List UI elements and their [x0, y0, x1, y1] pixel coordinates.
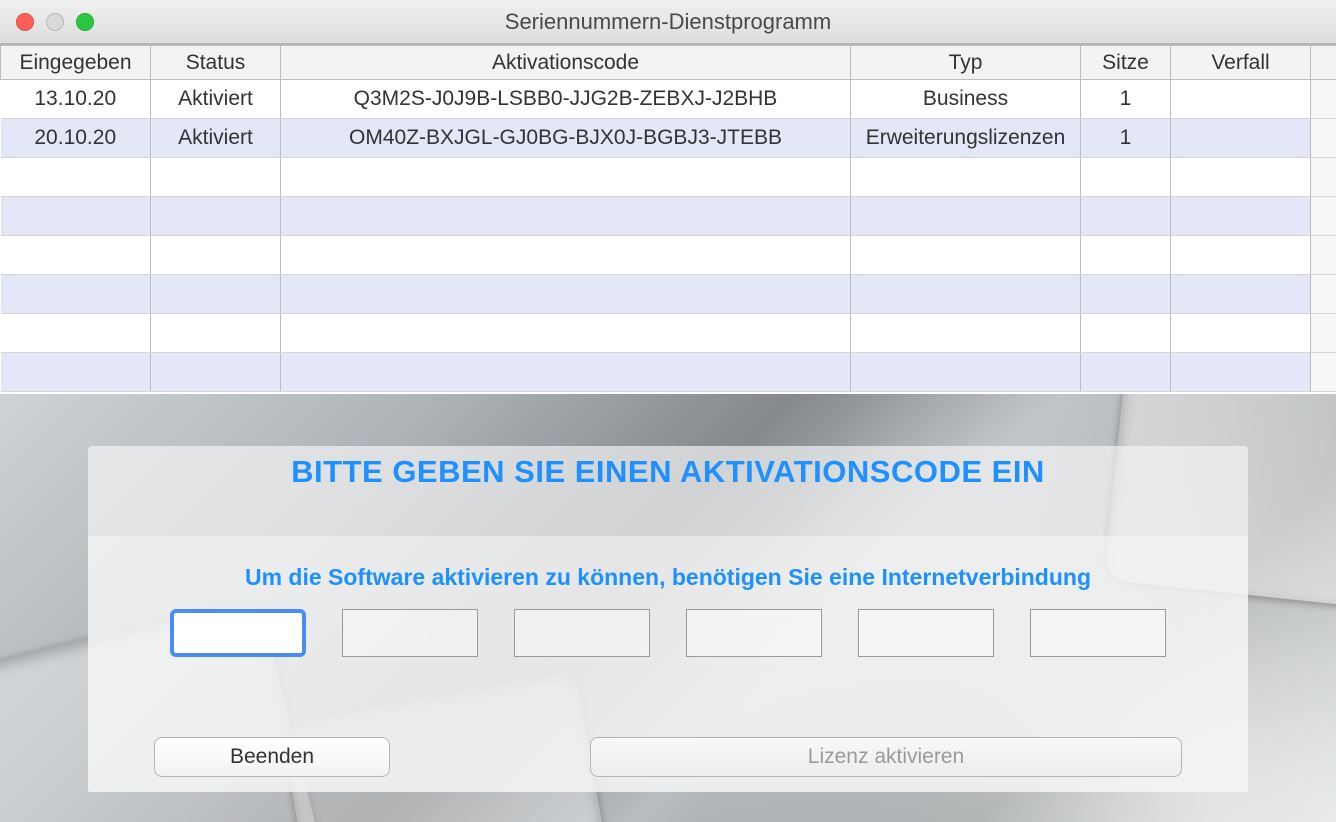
activation-segment-4[interactable] [686, 609, 822, 657]
cell-seats: 1 [1081, 119, 1171, 158]
close-window-button[interactable] [16, 13, 34, 31]
table-row-empty [1, 275, 1336, 314]
table-row-empty [1, 314, 1336, 353]
cell-type: Business [851, 80, 1081, 119]
table-row-empty [1, 197, 1336, 236]
table-row[interactable]: 20.10.20 Aktiviert OM40Z-BXJGL-GJ0BG-BJX… [1, 119, 1336, 158]
quit-button[interactable]: Beenden [154, 737, 390, 777]
window-title: Seriennummern-Dienstprogramm [0, 9, 1336, 35]
activate-license-button[interactable]: Lizenz aktivieren [590, 737, 1182, 777]
cell-code: OM40Z-BXJGL-GJ0BG-BJX0J-BGBJ3-JTEBB [281, 119, 851, 158]
activation-segment-2[interactable] [342, 609, 478, 657]
activation-code-inputs [88, 609, 1248, 657]
scroll-gutter [1311, 119, 1336, 158]
col-header-scrollgutter [1311, 46, 1336, 80]
zoom-window-button[interactable] [76, 13, 94, 31]
cell-entered: 13.10.20 [1, 80, 151, 119]
activation-segment-6[interactable] [1030, 609, 1166, 657]
activation-area: BITTE GEBEN SIE EINEN AKTIVATIONSCODE EI… [0, 394, 1336, 822]
activation-title: BITTE GEBEN SIE EINEN AKTIVATIONSCODE EI… [291, 454, 1045, 490]
titlebar: Seriennummern-Dienstprogramm [0, 0, 1336, 44]
scroll-gutter [1311, 80, 1336, 119]
cell-expiry [1171, 80, 1311, 119]
cell-code: Q3M2S-J0J9B-LSBB0-JJG2B-ZEBXJ-J2BHB [281, 80, 851, 119]
minimize-window-button[interactable] [46, 13, 64, 31]
col-header-entered[interactable]: Eingegeben [1, 46, 151, 80]
col-header-type[interactable]: Typ [851, 46, 1081, 80]
activation-subtitle: Um die Software aktivieren zu können, be… [88, 564, 1248, 591]
activation-panel: BITTE GEBEN SIE EINEN AKTIVATIONSCODE EI… [88, 446, 1248, 792]
col-header-seats[interactable]: Sitze [1081, 46, 1171, 80]
activation-segment-3[interactable] [514, 609, 650, 657]
traffic-lights [16, 13, 94, 31]
cell-entered: 20.10.20 [1, 119, 151, 158]
license-table: Eingegeben Status Aktivationscode Typ Si… [0, 44, 1336, 394]
cell-type: Erweiterungslizenzen [851, 119, 1081, 158]
table-header-row: Eingegeben Status Aktivationscode Typ Si… [1, 46, 1336, 80]
col-header-status[interactable]: Status [151, 46, 281, 80]
table-row[interactable]: 13.10.20 Aktiviert Q3M2S-J0J9B-LSBB0-JJG… [1, 80, 1336, 119]
activation-segment-5[interactable] [858, 609, 994, 657]
cell-seats: 1 [1081, 80, 1171, 119]
cell-expiry [1171, 119, 1311, 158]
table-row-empty [1, 236, 1336, 275]
col-header-code[interactable]: Aktivationscode [281, 46, 851, 80]
activation-segment-1[interactable] [170, 609, 306, 657]
table-row-empty [1, 353, 1336, 392]
col-header-expiry[interactable]: Verfall [1171, 46, 1311, 80]
cell-status: Aktiviert [151, 80, 281, 119]
cell-status: Aktiviert [151, 119, 281, 158]
table-row-empty [1, 158, 1336, 197]
